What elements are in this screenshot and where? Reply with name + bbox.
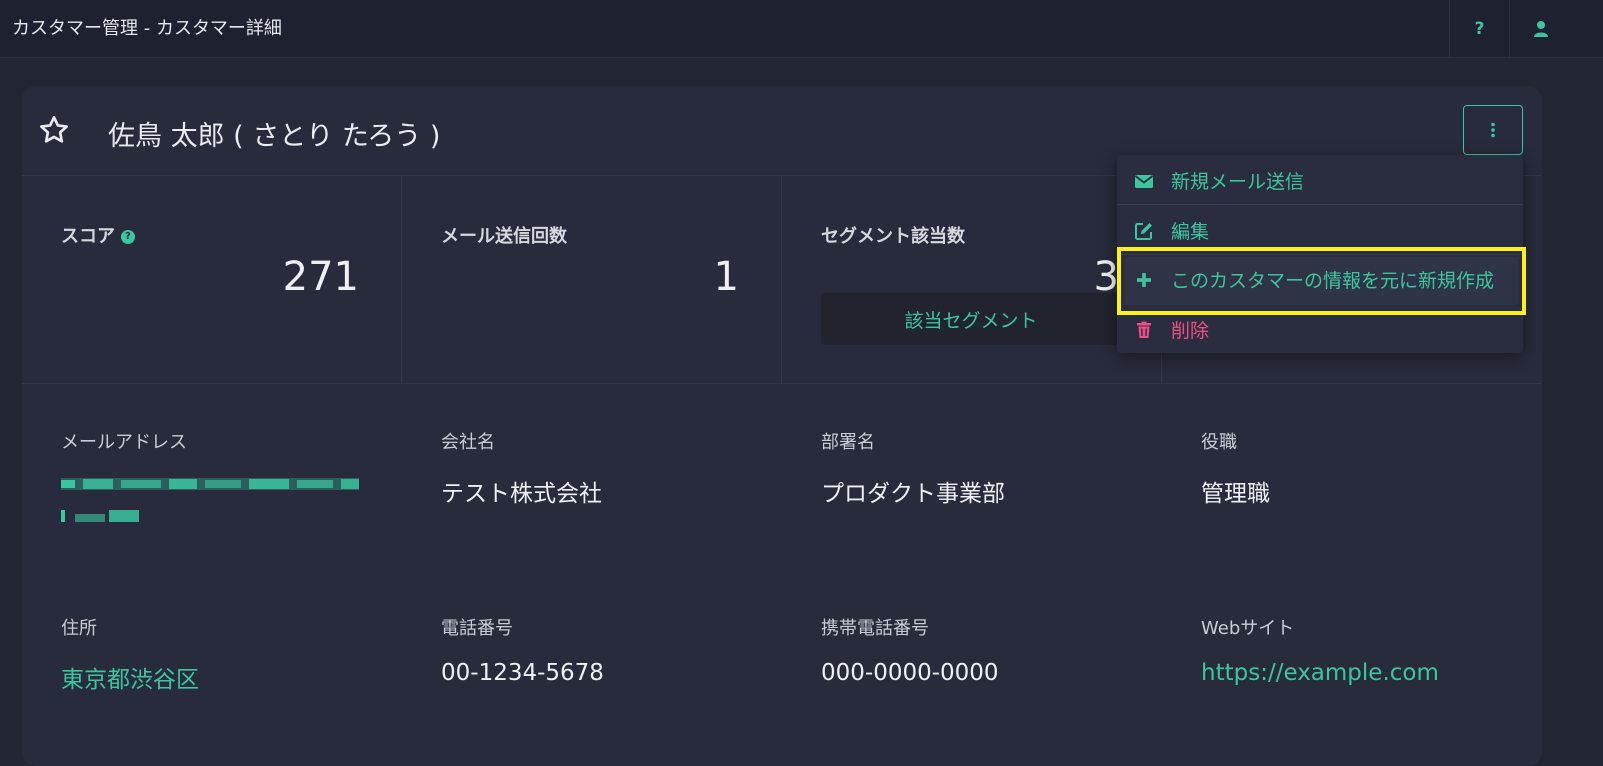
email-label: メールアドレス — [61, 432, 187, 453]
user-menu-button[interactable] — [1509, 0, 1571, 58]
page-title: カスタマー管理 - カスタマー詳細 — [12, 18, 282, 39]
score-value: 271 — [282, 254, 359, 300]
customer-name: 佐鳥 太郎 ( さとり たろう ) — [108, 121, 441, 152]
mobile-field: 携帯電話番号 000-0000-0000 — [821, 614, 999, 686]
score-help-icon[interactable]: ? — [121, 230, 135, 244]
score-label: スコア — [61, 226, 115, 247]
matching-segments-button[interactable]: 該当セグメント — [821, 293, 1121, 345]
menu-item-delete[interactable]: 削除 — [1117, 305, 1523, 354]
edit-icon — [1133, 220, 1155, 242]
position-value: 管理職 — [1201, 481, 1270, 507]
email-value-redacted[interactable] — [61, 470, 361, 530]
menu-item-delete-label: 削除 — [1171, 320, 1210, 342]
email-field: メールアドレス — [61, 428, 361, 534]
company-label: 会社名 — [441, 432, 495, 453]
segment-count-label: セグメント該当数 — [821, 226, 965, 247]
company-value: テスト株式会社 — [441, 481, 602, 507]
user-icon — [1533, 21, 1548, 37]
address-link[interactable]: 東京都渋谷区 — [61, 660, 199, 694]
department-field: 部署名 プロダクト事業部 — [821, 428, 1005, 508]
actions-dropdown-menu: 新規メール送信 編集 このカスタマーの情報を元に新規作成 削除 — [1117, 155, 1523, 353]
favorite-star-icon[interactable] — [38, 114, 70, 146]
website-field: Webサイト https://example.com — [1201, 614, 1439, 686]
trash-icon — [1133, 319, 1155, 341]
menu-item-send-mail-label: 新規メール送信 — [1171, 171, 1305, 193]
more-actions-button[interactable] — [1463, 105, 1523, 155]
menu-item-send-mail[interactable]: 新規メール送信 — [1117, 156, 1523, 205]
score-stat: スコア? 271 — [22, 176, 402, 384]
website-link[interactable]: https://example.com — [1201, 660, 1439, 686]
mobile-value: 000-0000-0000 — [821, 660, 999, 686]
mail-count-label: メール送信回数 — [441, 226, 567, 247]
segment-count-stat: セグメント該当数 3 該当セグメント — [782, 176, 1162, 384]
position-field: 役職 管理職 — [1201, 428, 1270, 508]
address-label: 住所 — [61, 618, 97, 639]
menu-divider — [1117, 204, 1523, 205]
menu-item-create-from-customer[interactable]: このカスタマーの情報を元に新規作成 — [1117, 255, 1523, 304]
mail-count-stat: メール送信回数 1 — [402, 176, 782, 384]
kebab-icon — [1491, 122, 1495, 138]
plus-icon — [1133, 269, 1155, 291]
menu-item-create-from-customer-label: このカスタマーの情報を元に新規作成 — [1171, 270, 1495, 292]
menu-item-edit[interactable]: 編集 — [1117, 206, 1523, 255]
company-field: 会社名 テスト株式会社 — [441, 428, 602, 508]
help-button[interactable]: ? — [1449, 0, 1509, 58]
menu-item-edit-label: 編集 — [1171, 221, 1210, 243]
address-field: 住所 東京都渋谷区 — [61, 614, 199, 694]
department-label: 部署名 — [821, 432, 875, 453]
phone-value: 00-1234-5678 — [441, 660, 604, 686]
website-label: Webサイト — [1201, 618, 1295, 639]
department-value: プロダクト事業部 — [821, 481, 1005, 507]
top-bar: カスタマー管理 - カスタマー詳細 ? — [0, 0, 1603, 58]
phone-label: 電話番号 — [441, 618, 513, 639]
mail-count-value: 1 — [713, 254, 739, 300]
phone-field: 電話番号 00-1234-5678 — [441, 614, 604, 686]
envelope-icon — [1133, 170, 1155, 192]
position-label: 役職 — [1201, 432, 1237, 453]
mobile-label: 携帯電話番号 — [821, 618, 929, 639]
help-icon: ? — [1474, 19, 1485, 39]
